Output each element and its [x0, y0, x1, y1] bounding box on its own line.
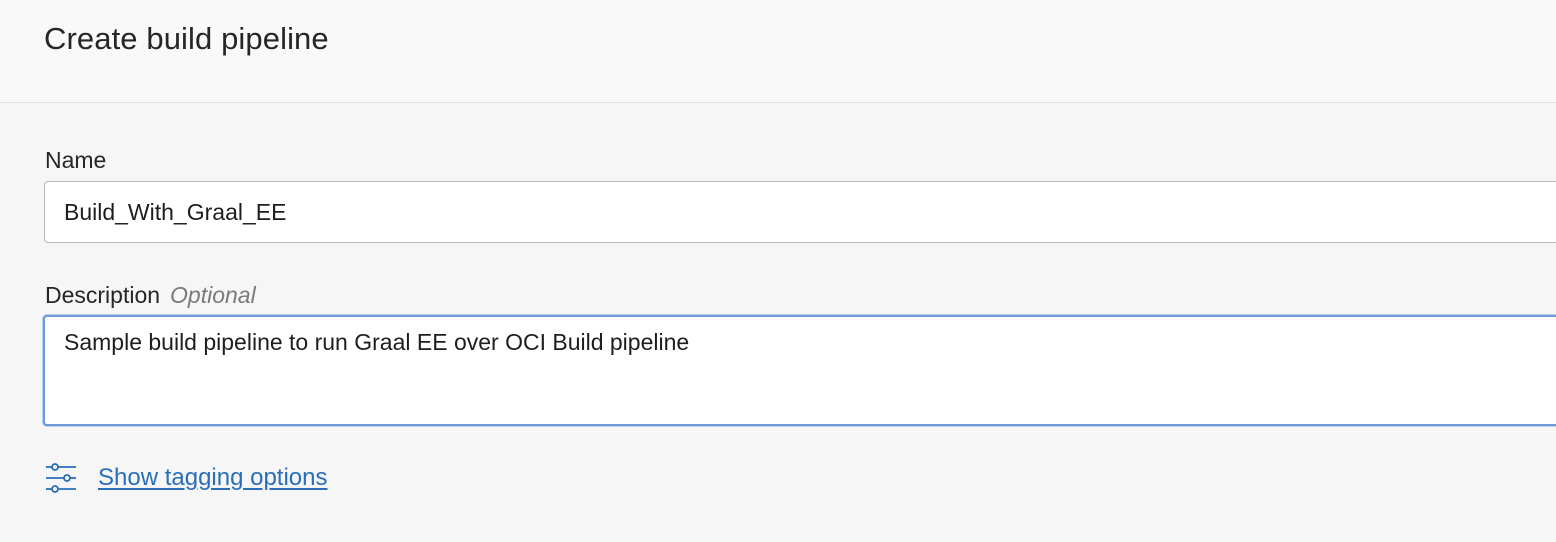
name-input[interactable]: [44, 181, 1556, 243]
description-textarea[interactable]: Sample build pipeline to run Graal EE ov…: [43, 315, 1556, 426]
description-label-text: Description: [45, 282, 161, 308]
sliders-icon[interactable]: [44, 461, 78, 495]
page-title: Create build pipeline: [44, 21, 329, 56]
panel-header: Create build pipeline: [0, 0, 1556, 103]
optional-hint: Optional: [170, 282, 256, 308]
show-tagging-options-link[interactable]: Show tagging options: [98, 464, 328, 492]
tagging-options-row[interactable]: Show tagging options: [44, 458, 328, 498]
name-label-text: Name: [45, 147, 107, 173]
name-label: Name: [45, 147, 106, 174]
description-label: Description Optional: [45, 282, 256, 309]
